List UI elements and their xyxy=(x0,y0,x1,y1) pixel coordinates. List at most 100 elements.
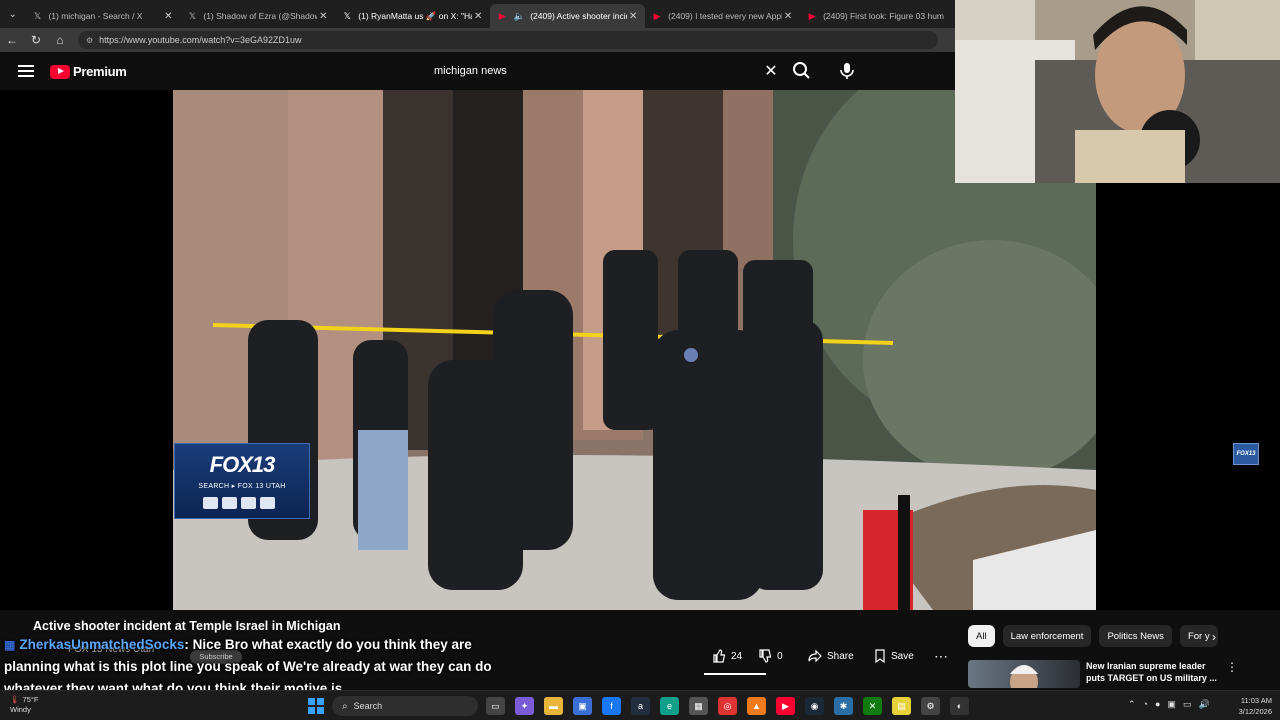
close-tab-icon[interactable]: ✕ xyxy=(472,11,484,22)
recommended-thumbnail[interactable] xyxy=(968,660,1080,688)
notes-icon[interactable]: ▤ xyxy=(892,697,911,715)
chrome-icon[interactable]: ◎ xyxy=(718,697,737,715)
share-button-wrap: Share xyxy=(800,645,862,667)
tab-title: (1) michigan - Search / X xyxy=(48,11,143,21)
close-tab-icon[interactable]: ✕ xyxy=(627,11,639,22)
chat-user-icon: ▦ xyxy=(4,638,16,652)
chip-all[interactable]: All xyxy=(968,625,995,647)
tab-title: (1) RyanMatta us 🚀 on X: "Harris xyxy=(358,10,472,21)
steam-icon[interactable]: ◉ xyxy=(805,697,824,715)
edge-icon[interactable]: e xyxy=(660,697,679,715)
tray-app-icon[interactable]: ● xyxy=(1155,699,1160,710)
tab-title: (2409) I tested every new Apple P xyxy=(668,11,782,21)
share-label: Share xyxy=(827,650,854,662)
url-field[interactable]: ⚙ https://www.youtube.com/watch?v=3eGA92… xyxy=(78,31,938,49)
webcam-overlay xyxy=(955,0,1280,183)
like-button[interactable]: 24 xyxy=(704,645,750,667)
chip-politics-news[interactable]: Politics News xyxy=(1099,625,1172,647)
youtube-logo[interactable]: Premium xyxy=(50,64,127,79)
task-view-icon[interactable]: ▭ xyxy=(486,697,505,715)
youtube-play-icon xyxy=(50,64,70,79)
menu-icon[interactable] xyxy=(18,65,34,77)
obs-icon[interactable]: ◐ xyxy=(950,697,969,715)
xbox-icon[interactable]: ✕ xyxy=(863,697,882,715)
browser-tab[interactable]: ▶ (2409) First look: Figure 03 hum xyxy=(800,4,955,28)
calculator-icon[interactable]: ▦ xyxy=(689,697,708,715)
taskbar-search[interactable]: ⌕ Search xyxy=(332,696,478,716)
tray-app-icon[interactable]: ◔ xyxy=(1143,699,1148,710)
dislike-button[interactable]: 0 xyxy=(750,645,791,667)
store-icon[interactable]: ▣ xyxy=(573,697,592,715)
search-input[interactable]: michigan news xyxy=(422,65,758,77)
save-button[interactable]: Save xyxy=(866,645,922,667)
browser-tab[interactable]: 𝕏 (1) michigan - Search / X ✕ xyxy=(25,4,180,28)
volume-icon[interactable]: 🔊 xyxy=(1198,699,1209,710)
chip-law-enforcement[interactable]: Law enforcement xyxy=(1002,625,1092,647)
like-ratio-bar xyxy=(704,673,766,675)
weather-widget[interactable]: 🌡 75°F Windy xyxy=(10,695,38,715)
fox13-search-text: SEARCH ▸ FOX 13 UTAH xyxy=(198,483,286,490)
x-logo-icon: 𝕏 xyxy=(343,10,351,21)
windows-start-icon[interactable] xyxy=(308,698,324,714)
close-tab-icon[interactable]: ✕ xyxy=(782,11,794,22)
back-arrow-icon[interactable]: ← xyxy=(0,33,24,47)
youtube-app-icon[interactable]: ▶ xyxy=(776,697,795,715)
tab-title: (1) Shadow of Ezra (@ShadowofE xyxy=(203,11,317,21)
logo-text: Premium xyxy=(73,64,127,79)
youtube-header: Premium michigan news ✕ xyxy=(0,52,955,90)
taskbar-search-label: Search xyxy=(353,701,383,711)
clear-search-icon[interactable]: ✕ xyxy=(758,61,784,81)
close-tab-icon[interactable]: ✕ xyxy=(317,11,329,22)
channel-watermark[interactable]: FOX13 xyxy=(1233,443,1259,465)
microphone-icon[interactable] xyxy=(836,60,858,82)
more-actions-icon[interactable]: ⋯ xyxy=(926,645,956,667)
copilot-icon[interactable]: ✦ xyxy=(515,697,534,715)
youtube-icon: ▶ xyxy=(498,10,506,21)
site-info-icon[interactable]: ⚙ xyxy=(86,36,93,45)
vlc-icon[interactable]: ▲ xyxy=(747,697,766,715)
tab-title: (2409) Active shooter incident xyxy=(530,11,627,21)
dislike-count: 0 xyxy=(777,650,783,662)
share-button[interactable]: Share xyxy=(800,645,862,667)
facebook-icon[interactable]: f xyxy=(602,697,621,715)
file-explorer-icon[interactable]: ▬ xyxy=(544,697,563,715)
search-icon: ⌕ xyxy=(342,700,348,712)
like-count: 24 xyxy=(731,650,743,662)
browser-tab[interactable]: ▶ (2409) I tested every new Apple P ✕ xyxy=(645,4,800,28)
screen: ⌄ 𝕏 (1) michigan - Search / X ✕ 𝕏 (1) Sh… xyxy=(0,0,1280,720)
share-icon xyxy=(808,649,822,663)
chevron-right-icon[interactable]: › xyxy=(1212,630,1216,644)
network-icon[interactable]: ▭ xyxy=(1183,699,1192,710)
browser-tab-strip: ⌄ 𝕏 (1) michigan - Search / X ✕ 𝕏 (1) Sh… xyxy=(0,0,955,28)
recommended-video[interactable]: New Iranian supreme leader puts TARGET o… xyxy=(968,660,1280,688)
tray-chevron-up-icon[interactable]: ⌃ xyxy=(1128,699,1136,710)
tab-search-chevron-icon[interactable]: ⌄ xyxy=(0,0,25,28)
tray-app-icon[interactable]: ▣ xyxy=(1167,699,1176,710)
search-box[interactable]: michigan news ✕ xyxy=(422,58,784,84)
speaker-icon[interactable]: 🔈 xyxy=(513,11,525,22)
close-tab-icon[interactable]: ✕ xyxy=(162,11,174,22)
browser-tab[interactable]: 𝕏 (1) Shadow of Ezra (@ShadowofE ✕ xyxy=(180,4,335,28)
browser-tab-active[interactable]: ▶ 🔈 (2409) Active shooter incident ✕ xyxy=(490,4,646,28)
chip-bar: All Law enforcement Politics News For y xyxy=(968,625,1218,647)
clock[interactable]: 11:03 AM 3/12/2026 xyxy=(1226,695,1272,717)
kebab-menu-icon[interactable]: ⋮ xyxy=(1226,660,1238,674)
home-icon[interactable]: ⌂ xyxy=(48,33,72,47)
app-icon[interactable]: ✱ xyxy=(834,697,853,715)
settings-gear-icon[interactable]: ⚙ xyxy=(921,697,940,715)
amazon-icon[interactable]: a xyxy=(631,697,650,715)
browser-tab[interactable]: 𝕏 (1) RyanMatta us 🚀 on X: "Harris ✕ xyxy=(335,4,490,28)
bookmark-icon xyxy=(875,649,885,663)
recommended-title[interactable]: New Iranian supreme leader puts TARGET o… xyxy=(1086,660,1218,684)
clock-date: 3/12/2026 xyxy=(1238,707,1272,716)
video-title: Active shooter incident at Temple Israel… xyxy=(33,619,341,633)
clock-time: 11:03 AM xyxy=(1240,696,1272,705)
streaming-app-icons xyxy=(203,497,275,509)
weather-desc: Windy xyxy=(10,705,31,714)
webcam-feed xyxy=(955,0,1280,183)
search-icon[interactable] xyxy=(790,60,814,82)
x-logo-icon: 𝕏 xyxy=(33,10,42,21)
tab-title: (2409) First look: Figure 03 hum xyxy=(823,11,945,21)
youtube-icon: ▶ xyxy=(653,10,661,21)
reload-icon[interactable]: ↻ xyxy=(24,33,48,47)
